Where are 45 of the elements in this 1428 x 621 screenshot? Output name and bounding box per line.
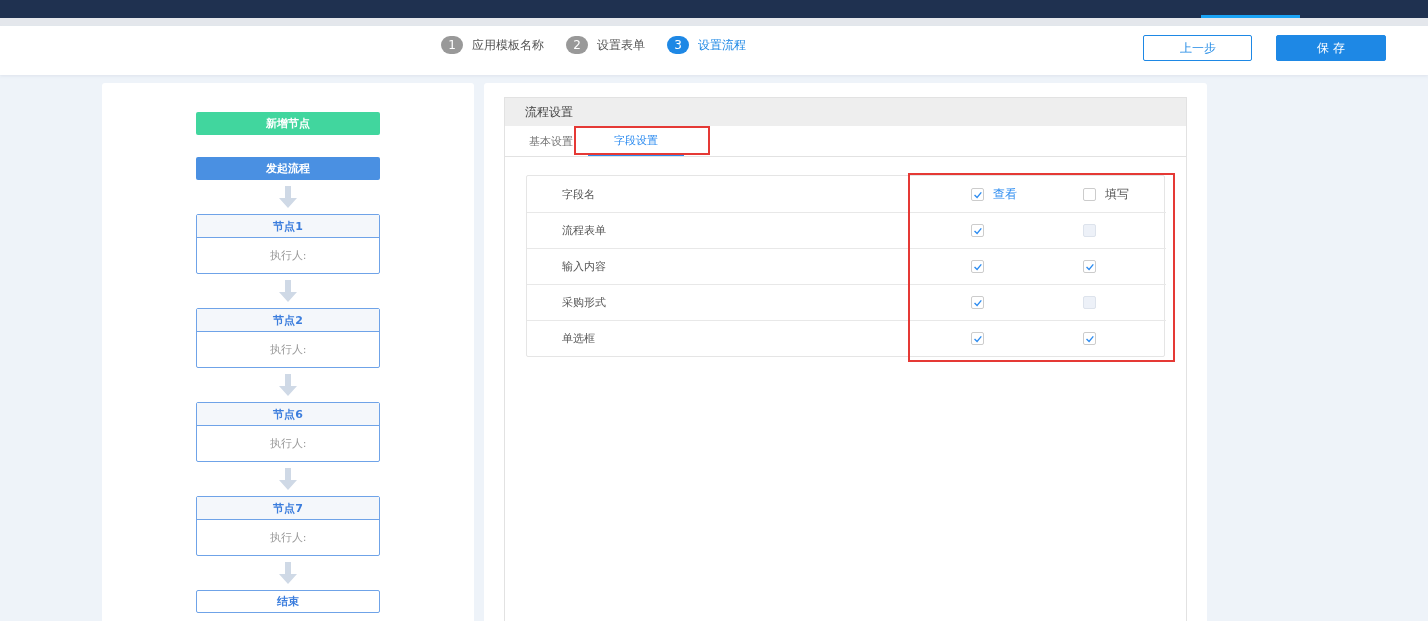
node-title: 节点2 (197, 309, 379, 332)
tab[interactable]: 字段设置 (588, 126, 684, 156)
down-arrow-icon (279, 468, 297, 490)
column-header: 查看 (993, 185, 1017, 203)
checkbox[interactable] (1083, 187, 1096, 201)
tab[interactable]: 基本设置 (526, 126, 576, 156)
checkbox[interactable] (1083, 260, 1096, 273)
node-assignee: 执行人: (268, 436, 308, 452)
flow-node[interactable]: 节点1 执行人: (196, 214, 380, 274)
checkbox[interactable] (971, 224, 984, 237)
node-assignee: 执行人: (268, 342, 308, 358)
save-button[interactable]: 保 存 (1276, 35, 1386, 61)
table-cell: 采购形式 (562, 295, 606, 310)
start-node[interactable]: 发起流程 (196, 157, 380, 180)
node-assignee: 执行人: (268, 530, 308, 546)
flow-node[interactable]: 节点2 执行人: (196, 308, 380, 368)
checkbox[interactable] (971, 260, 984, 273)
node-title: 节点7 (197, 497, 379, 520)
step-label[interactable]: 设置表单 (597, 36, 645, 54)
table-cell: 输入内容 (562, 259, 606, 274)
step-label[interactable]: 设置流程 (698, 36, 746, 54)
checkbox[interactable] (971, 332, 984, 345)
checkbox[interactable] (1083, 332, 1096, 345)
node-assignee: 执行人: (268, 248, 308, 264)
back-button[interactable]: 上一步 (1143, 35, 1252, 61)
step-number: 2 (566, 36, 588, 54)
down-arrow-icon (279, 374, 297, 396)
checkbox[interactable] (971, 187, 984, 201)
down-arrow-icon (279, 186, 297, 208)
flow-node[interactable]: 节点6 执行人: (196, 402, 380, 462)
step-number: 3 (667, 36, 689, 54)
flow-node[interactable]: 节点7 执行人: (196, 496, 380, 556)
table-cell: 流程表单 (562, 223, 606, 238)
checkbox[interactable] (971, 296, 984, 309)
down-arrow-icon (279, 280, 297, 302)
step-number: 1 (441, 36, 463, 54)
column-header: 填写 (1105, 185, 1129, 203)
node-title: 节点1 (197, 215, 379, 238)
end-node[interactable]: 结束 (196, 590, 380, 613)
step-label[interactable]: 应用模板名称 (472, 36, 544, 54)
down-arrow-icon (279, 562, 297, 584)
table-cell: 单选框 (562, 331, 595, 346)
column-header: 字段名 (562, 186, 595, 202)
node-title: 节点6 (197, 403, 379, 426)
panel-title: 流程设置 (505, 98, 1186, 126)
